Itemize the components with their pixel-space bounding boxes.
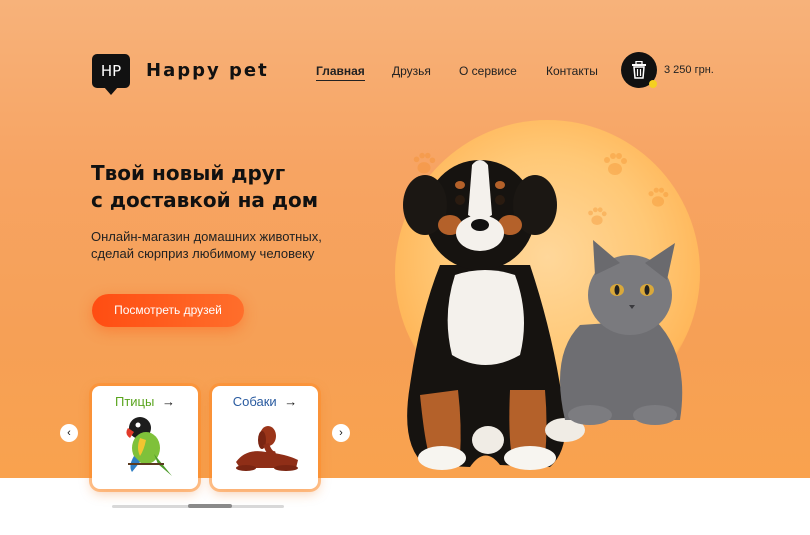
carousel-scrollbar-thumb[interactable] [188, 504, 232, 508]
category-card-dogs[interactable]: Собаки → [212, 386, 318, 489]
carousel-next-button[interactable]: › [332, 424, 350, 442]
view-friends-button[interactable]: Посмотреть друзей [92, 294, 244, 327]
category-card-birds[interactable]: Птицы → [92, 386, 198, 489]
chevron-right-icon: › [339, 427, 343, 439]
basket-icon [632, 61, 646, 79]
hero-title-line2: с доставкой на дом [91, 188, 319, 212]
arrow-right-icon: → [284, 394, 298, 409]
chevron-left-icon: ‹ [67, 427, 71, 439]
setter-dog-image [236, 426, 298, 471]
nav-item-home[interactable]: Главная [316, 64, 365, 81]
nav-item-friends[interactable]: Друзья [392, 64, 431, 78]
category-label: Собаки [232, 394, 277, 409]
category-label: Птицы [115, 394, 155, 409]
logo-text: HP [100, 62, 122, 80]
hero-title-line1: Твой новый друг [91, 161, 286, 185]
cart-total: 3 250 грн. [664, 64, 714, 76]
cart-badge [649, 80, 657, 88]
carousel-prev-button[interactable]: ‹ [60, 424, 78, 442]
category-title-dogs: Собаки → [212, 394, 318, 409]
paw-icon [648, 187, 669, 207]
kitten-image [560, 240, 683, 425]
brand-name[interactable]: Happy pet [146, 60, 269, 81]
nav-item-contacts[interactable]: Контакты [546, 64, 598, 78]
arrow-right-icon: → [161, 394, 175, 409]
category-title-birds: Птицы → [92, 394, 198, 409]
parrot-image [126, 417, 172, 476]
logo[interactable]: HP [92, 54, 130, 95]
paw-icon [604, 153, 627, 175]
hero-title: Твой новый друг с доставкой на дом [91, 160, 391, 214]
nav-item-about[interactable]: О сервисе [459, 64, 517, 78]
hero-subtitle: Онлайн-магазин домашних животных, сделай… [91, 229, 322, 261]
